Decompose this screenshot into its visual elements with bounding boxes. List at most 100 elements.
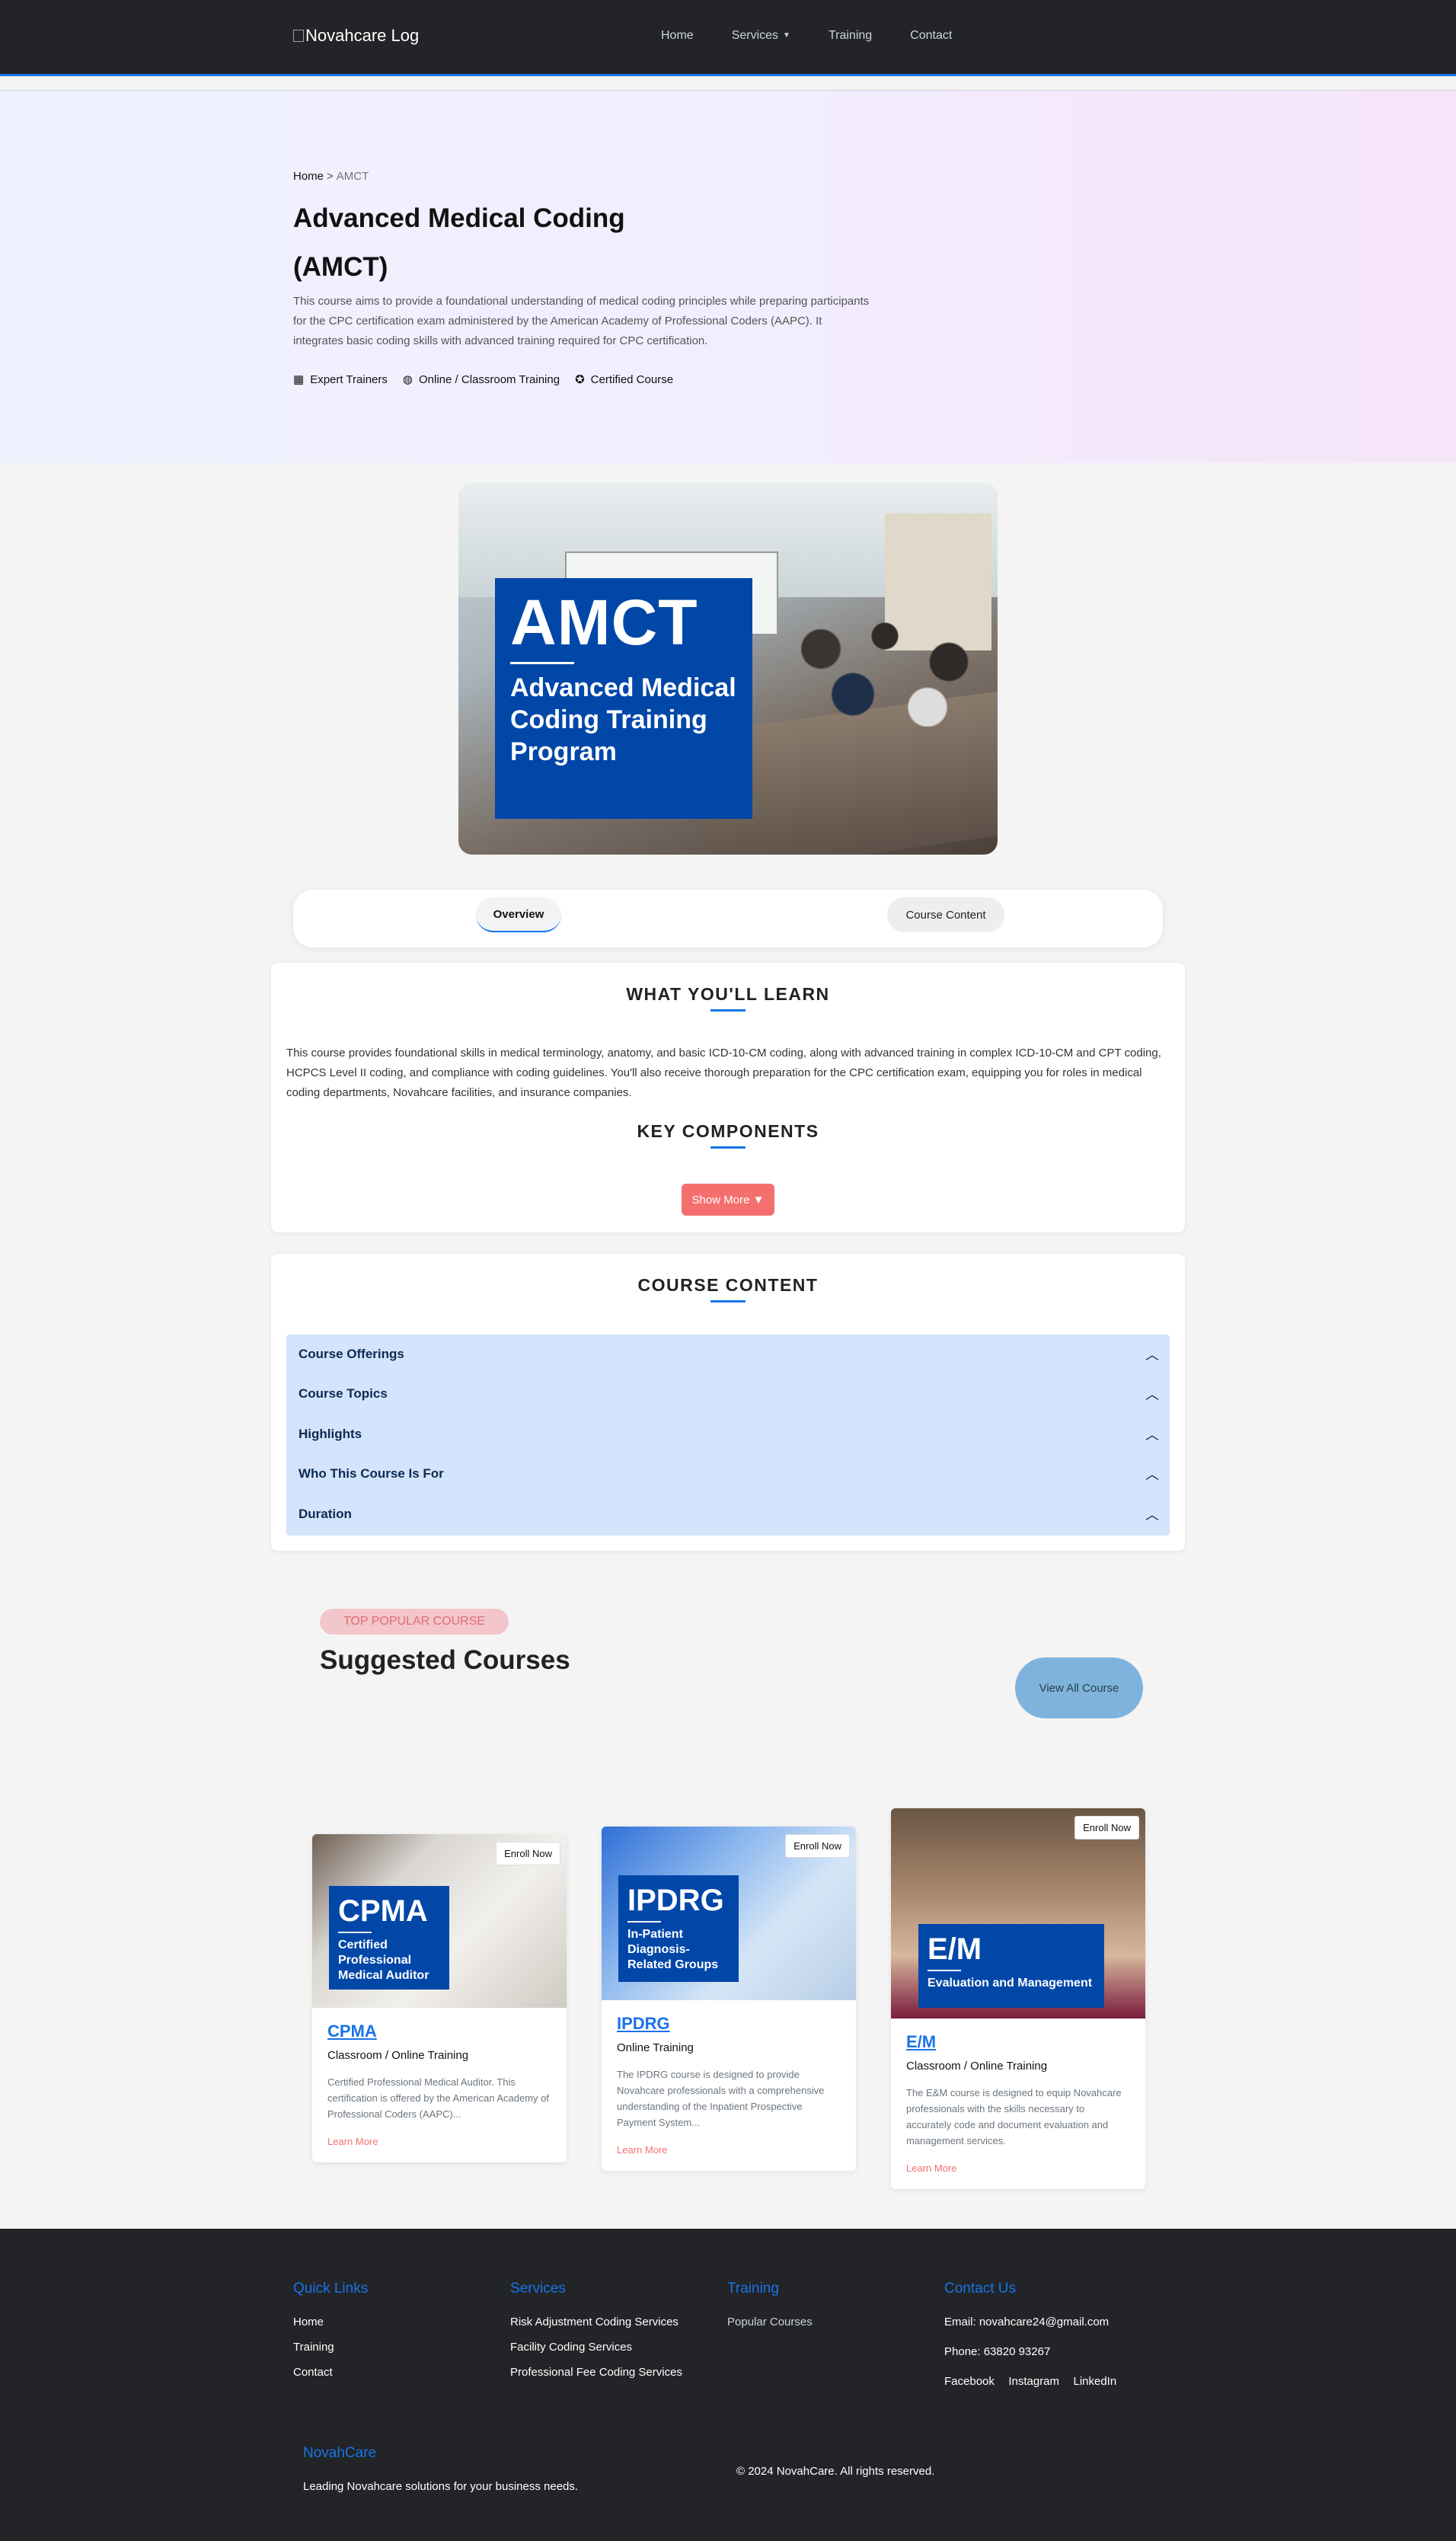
course-card-cpma: Enroll Now CPMA Certified Professional M… <box>312 1834 567 2162</box>
hero-section: Home > AMCT Advanced Medical Coding (AMCT)… <box>0 90 1456 463</box>
accordion-item[interactable]: Highlights ︿ <box>299 1414 1159 1454</box>
logo-alt-text: Novahcare Log <box>305 26 420 45</box>
title-underline <box>710 1300 746 1302</box>
banner-students <box>778 597 991 727</box>
breadcrumb-current: AMCT <box>336 170 369 183</box>
course-content-accordion: Course Offerings ︿ Course Topics ︿ Highlig… <box>286 1334 1170 1536</box>
learn-more-link[interactable]: Learn More <box>906 2162 1130 2174</box>
breadcrumb-home[interactable]: Home <box>293 170 324 183</box>
enroll-button[interactable]: Enroll Now <box>496 1842 560 1865</box>
footer-service-link[interactable]: Professional Fee Coding Services <box>510 2366 682 2379</box>
chevron-up-icon: ︿ <box>1145 1467 1159 1482</box>
course-banner-image: AMCT Advanced Medical Coding Training Pr… <box>458 483 998 855</box>
enroll-button[interactable]: Enroll Now <box>785 1834 850 1858</box>
footer-copyright: © 2024 NovahCare. All rights reserved. <box>736 2465 935 2478</box>
learn-more-link[interactable]: Learn More <box>327 2136 551 2147</box>
course-image: Enroll Now IPDRG In-Patient Diagnosis-Re… <box>602 1827 856 2000</box>
accordion-item[interactable]: Course Offerings ︿ <box>299 1334 1159 1374</box>
feature-label: Expert Trainers <box>310 372 388 386</box>
accordion-label: Course Offerings <box>299 1347 404 1361</box>
course-image: Enroll Now CPMA Certified Professional M… <box>312 1834 567 2008</box>
social-facebook[interactable]: Facebook <box>944 2375 995 2388</box>
course-image: Enroll Now E/M Evaluation and Management <box>891 1808 1145 2018</box>
title-underline <box>710 1009 746 1012</box>
hero-description: This course aims to provide a foundation… <box>293 295 870 347</box>
accordion-item[interactable]: Course Topics ︿ <box>299 1374 1159 1414</box>
nav-contact[interactable]: Contact <box>910 29 952 43</box>
nav-home[interactable]: Home <box>661 29 694 43</box>
tab-course-content[interactable]: Course Content <box>887 897 1004 932</box>
course-image-title: CPMA <box>338 1894 428 1928</box>
course-body: IPDRG Online Training The IPDRG course i… <box>602 2000 856 2171</box>
footer-services: Services Risk Adjustment Coding Services… <box>510 2281 682 2391</box>
course-description: The IPDRG course is designed to provide … <box>617 2069 825 2128</box>
view-all-button[interactable]: View All Course <box>1015 1657 1143 1718</box>
footer-heading: Training <box>727 2281 779 2296</box>
calendar-icon: ▦ <box>293 373 305 386</box>
chevron-up-icon: ︿ <box>1145 1387 1159 1402</box>
accordion-label: Duration <box>299 1507 352 1521</box>
site-logo[interactable]: Novahcare Log <box>293 26 419 46</box>
course-description: Certified Professional Medical Auditor. … <box>327 2076 549 2120</box>
footer-tagline: Leading Novahcare solutions for your bus… <box>303 2480 579 2493</box>
course-image-title: E/M <box>928 1932 982 1966</box>
nav-services[interactable]: Services ▼ <box>732 29 790 43</box>
course-mode: Classroom / Online Training <box>327 2049 469 2062</box>
learn-more-link[interactable]: Learn More <box>617 2144 841 2156</box>
course-image-title-box: E/M Evaluation and Management <box>918 1924 1104 2008</box>
course-mode: Online Training <box>617 2041 694 2054</box>
course-image-subtitle: Certified Professional Medical Auditor <box>338 1939 429 1982</box>
social-instagram[interactable]: Instagram <box>1008 2375 1059 2388</box>
course-name-link[interactable]: E/M <box>906 2032 1130 2052</box>
accordion-label: Highlights <box>299 1427 362 1441</box>
banner-subtitle: Advanced Medical Coding Training Program <box>510 673 736 766</box>
popular-badge: TOP POPULAR COURSE <box>320 1609 509 1635</box>
footer-phone: Phone: 63820 93267 <box>944 2345 1051 2358</box>
accordion-item[interactable]: Duration ︿ <box>299 1494 1159 1534</box>
accordion-item[interactable]: Who This Course Is For ︿ <box>299 1454 1159 1494</box>
course-image-divider <box>338 1932 372 1933</box>
tab-overview[interactable]: Overview <box>476 897 561 932</box>
footer-link-training[interactable]: Training <box>293 2341 368 2354</box>
footer-heading: Quick Links <box>293 2281 369 2296</box>
medal-icon: ✪ <box>575 373 585 386</box>
course-content-card: COURSE CONTENT Course Offerings ︿ Course … <box>271 1254 1185 1551</box>
title-underline <box>710 1146 746 1149</box>
footer-brand: NovahCare <box>303 2445 377 2461</box>
feature-certified: ✪ Certified Course <box>575 372 673 387</box>
course-image-divider <box>627 1921 661 1923</box>
globe-icon: ◍ <box>402 373 413 386</box>
chevron-up-icon: ︿ <box>1145 1507 1159 1523</box>
site-footer: Quick Links Home Training Contact Servic… <box>0 2229 1456 2541</box>
footer-service-link[interactable]: Risk Adjustment Coding Services <box>510 2316 682 2328</box>
caret-down-icon: ▼ <box>783 31 790 40</box>
course-name-link[interactable]: IPDRG <box>617 2014 841 2034</box>
footer-social: Facebook Instagram LinkedIn <box>944 2375 1127 2400</box>
footer-link-contact[interactable]: Contact <box>293 2366 368 2379</box>
footer-training-link[interactable]: Popular Courses <box>727 2316 813 2328</box>
broken-image-icon <box>293 30 304 42</box>
chevron-up-icon: ︿ <box>1145 1347 1159 1363</box>
nav-training[interactable]: Training <box>829 29 872 43</box>
course-image-subtitle: Evaluation and Management <box>928 1977 1093 1990</box>
course-body: E/M Classroom / Online Training The E&M … <box>891 2018 1145 2189</box>
course-image-title-box: CPMA Certified Professional Medical Audi… <box>329 1886 449 1990</box>
chevron-right-icon: > <box>327 170 334 183</box>
accordion-label: Who This Course Is For <box>299 1466 444 1481</box>
breadcrumb: Home > AMCT <box>293 170 369 183</box>
social-linkedin[interactable]: LinkedIn <box>1073 2375 1116 2388</box>
footer-heading: Services <box>510 2281 566 2296</box>
footer-service-link[interactable]: Facility Coding Services <box>510 2341 682 2354</box>
feature-mode: ◍ Online / Classroom Training <box>402 372 560 387</box>
key-components-title: KEY COMPONENTS <box>637 1121 819 1141</box>
course-mode: Classroom / Online Training <box>906 2060 1048 2073</box>
course-image-divider <box>928 1970 961 1971</box>
learn-title: WHAT YOU'LL LEARN <box>626 984 830 1004</box>
enroll-button[interactable]: Enroll Now <box>1074 1816 1139 1839</box>
course-image-title-box: IPDRG In-Patient Diagnosis-Related Group… <box>618 1875 739 1982</box>
nav-links: Home Services ▼ Training Contact <box>661 29 990 43</box>
footer-link-home[interactable]: Home <box>293 2316 368 2328</box>
show-more-button[interactable]: Show More ▼ <box>682 1184 774 1216</box>
banner-acronym: AMCT <box>510 587 698 658</box>
course-name-link[interactable]: CPMA <box>327 2022 551 2041</box>
